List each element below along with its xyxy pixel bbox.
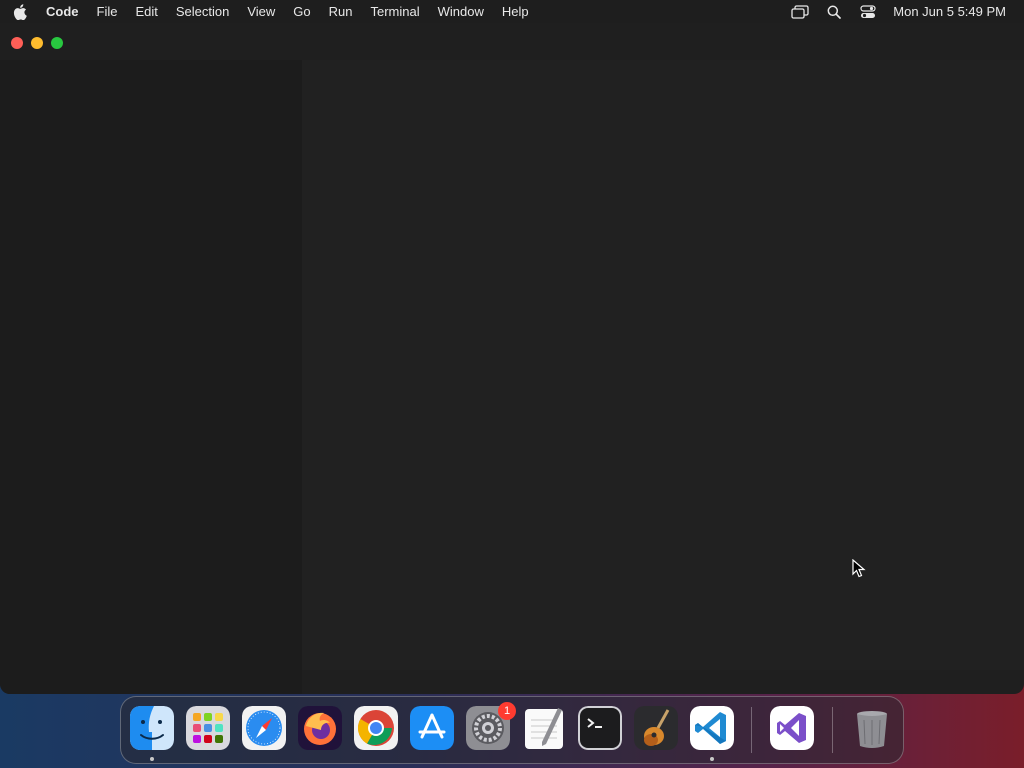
visual-studio-icon	[770, 706, 814, 750]
dock-item-launchpad[interactable]	[186, 706, 230, 750]
dock-item-finder[interactable]	[130, 706, 174, 750]
chrome-icon	[354, 706, 398, 750]
menu-run[interactable]: Run	[320, 4, 362, 19]
dock-item-terminal[interactable]	[578, 706, 622, 750]
terminal-icon	[578, 706, 622, 750]
dock-item-app-store[interactable]	[410, 706, 454, 750]
menu-bar-clock[interactable]: Mon Jun 5 5:49 PM	[885, 4, 1024, 19]
dock-item-chrome[interactable]	[354, 706, 398, 750]
menu-bar-status-area: Mon Jun 5 5:49 PM	[783, 0, 1024, 23]
control-center-icon[interactable]	[851, 4, 885, 19]
dock-item-firefox[interactable]	[298, 706, 342, 750]
window-title-bar[interactable]	[0, 23, 1024, 60]
launchpad-icon	[186, 706, 230, 750]
dock-running-indicator-vscode	[710, 757, 714, 761]
sidebar-panel	[0, 60, 302, 694]
menu-window[interactable]: Window	[429, 4, 493, 19]
menu-help[interactable]: Help	[493, 4, 538, 19]
trash-icon	[857, 711, 887, 748]
mouse-pointer-icon	[852, 558, 866, 584]
dock-item-vscode[interactable]	[690, 706, 734, 750]
vscode-icon	[690, 706, 734, 750]
spotlight-search-icon[interactable]	[817, 5, 851, 19]
app-menu-code[interactable]: Code	[40, 4, 88, 19]
dock-running-indicator-finder	[150, 757, 154, 761]
menu-go[interactable]: Go	[284, 4, 319, 19]
window-minimize-button[interactable]	[31, 37, 43, 49]
dock-item-garageband[interactable]	[634, 706, 678, 750]
menu-selection[interactable]: Selection	[167, 4, 238, 19]
textedit-icon	[525, 708, 563, 749]
menu-edit[interactable]: Edit	[126, 4, 166, 19]
garageband-icon	[634, 706, 678, 750]
menu-terminal[interactable]: Terminal	[362, 4, 429, 19]
system-preferences-badge: 1	[498, 702, 516, 720]
dock-separator	[751, 707, 752, 753]
menu-view[interactable]: View	[238, 4, 284, 19]
window-close-button[interactable]	[11, 37, 23, 49]
firefox-icon	[298, 706, 342, 750]
window-zoom-button[interactable]	[51, 37, 63, 49]
dock-item-trash[interactable]	[850, 706, 894, 750]
editor-area[interactable]	[302, 60, 1024, 670]
safari-icon	[242, 706, 286, 750]
menu-file[interactable]: File	[88, 4, 127, 19]
dock-item-safari[interactable]	[242, 706, 286, 750]
vscode-window	[0, 23, 1024, 694]
dock-separator	[832, 707, 833, 753]
dock-item-textedit[interactable]	[522, 706, 566, 750]
finder-icon	[130, 706, 174, 750]
screen-mirroring-icon[interactable]	[783, 4, 817, 19]
menu-bar: Code File Edit Selection View Go Run Ter…	[0, 0, 1024, 23]
apple-logo-icon[interactable]	[0, 3, 40, 20]
dock-item-visual-studio[interactable]	[770, 706, 814, 750]
app-store-icon	[410, 706, 454, 750]
